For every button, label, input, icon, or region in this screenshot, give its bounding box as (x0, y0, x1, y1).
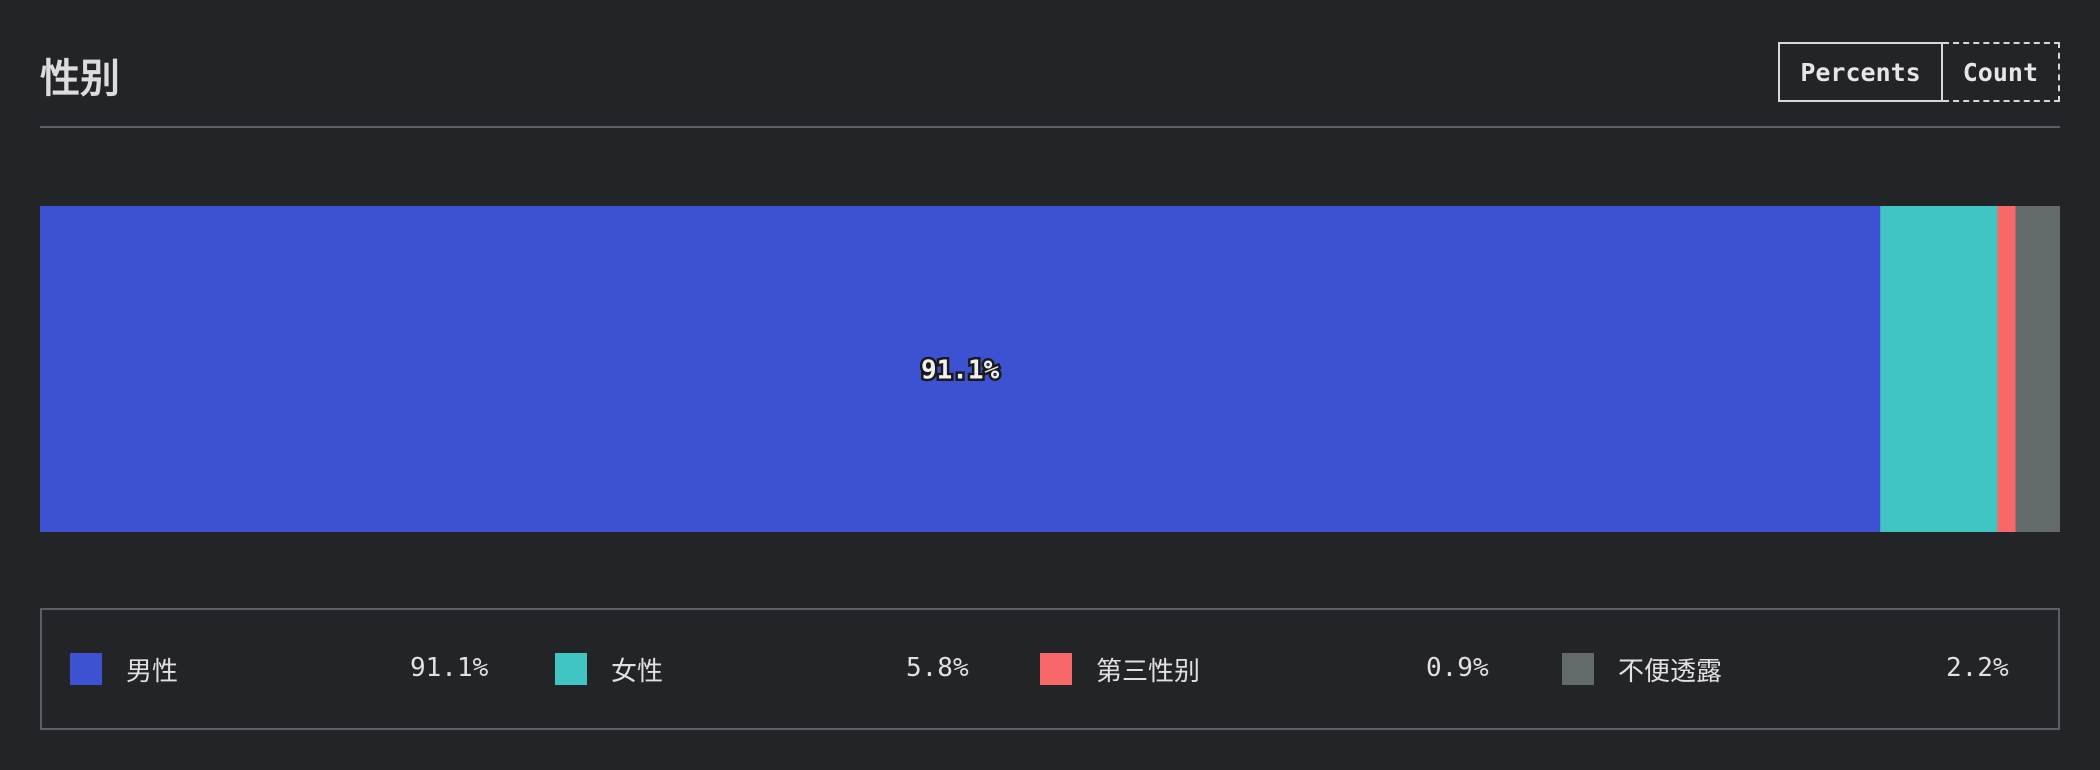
legend-item-female (555, 610, 587, 728)
legend-swatch (555, 653, 587, 685)
legend-swatch (1040, 653, 1072, 685)
percents-toggle-button[interactable]: Percents (1778, 42, 1943, 102)
stacked-bar-svg: 91.1% (40, 206, 2060, 532)
stacked-bar-chart: 91.1% (40, 206, 2060, 532)
legend-item-third-gender (1040, 610, 1072, 728)
legend-item-prefer-not-to-say (1562, 610, 1594, 728)
count-toggle-button[interactable]: Count (1942, 42, 2060, 102)
legend: 男性 91.1% 女性 5.8% 第三性别 0.9% 不便透露 2.2% (40, 608, 2060, 730)
legend-swatch (1562, 653, 1594, 685)
legend-value: 2.2% (1946, 653, 2009, 683)
legend-label: 女性 (611, 657, 664, 687)
legend-value: 91.1% (410, 653, 489, 683)
legend-label: 不便透露 (1618, 657, 1723, 687)
chart-title: 性别 (40, 56, 120, 102)
bar-segment-2[interactable] (1997, 206, 2017, 532)
legend-swatch (70, 653, 102, 685)
chart-header: 性别 Percents Count (40, 40, 2060, 128)
legend-value: 0.9% (1426, 653, 1489, 683)
view-toggle: Percents Count (1778, 42, 2060, 102)
legend-label: 男性 (126, 657, 179, 687)
legend-value: 5.8% (906, 653, 969, 683)
bar-segment-1[interactable] (1880, 206, 1998, 532)
legend-item-male (70, 610, 102, 728)
bar-data-label: 91.1% (921, 356, 1000, 386)
legend-label: 第三性别 (1096, 657, 1201, 687)
bar-segment-3[interactable] (2015, 206, 2060, 532)
